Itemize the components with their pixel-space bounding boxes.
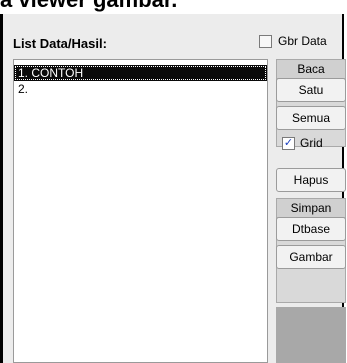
gbr-data-checkbox[interactable]: Gbr Data bbox=[259, 34, 327, 48]
panel-shade bbox=[276, 307, 346, 363]
check-icon[interactable]: ✓ bbox=[282, 136, 295, 150]
window-title: a viewer gambar. bbox=[0, 0, 347, 14]
list-item[interactable]: 1. CONTOH bbox=[14, 65, 267, 81]
side-panel: Baca Satu Semua ✓ Grid Hapus Simpan Dtba… bbox=[276, 59, 346, 363]
hapus-button[interactable]: Hapus bbox=[276, 168, 346, 192]
grid-checkbox[interactable]: ✓ Grid bbox=[276, 132, 346, 154]
list-item[interactable]: 2. bbox=[14, 81, 267, 97]
checkbox-box[interactable] bbox=[259, 34, 272, 48]
simpan-group-label: Simpan bbox=[277, 199, 345, 218]
satu-button[interactable]: Satu bbox=[276, 78, 346, 102]
list-data-label: List Data/Hasil: bbox=[13, 36, 107, 51]
semua-button[interactable]: Semua bbox=[276, 106, 346, 130]
data-list[interactable]: 1. CONTOH 2. bbox=[13, 59, 268, 363]
grid-label: Grid bbox=[300, 136, 323, 150]
gambar-button[interactable]: Gambar bbox=[276, 245, 346, 269]
baca-group-label: Baca bbox=[277, 60, 345, 79]
dtbase-button[interactable]: Dtbase bbox=[276, 217, 346, 241]
gbr-data-label: Gbr Data bbox=[278, 34, 327, 48]
